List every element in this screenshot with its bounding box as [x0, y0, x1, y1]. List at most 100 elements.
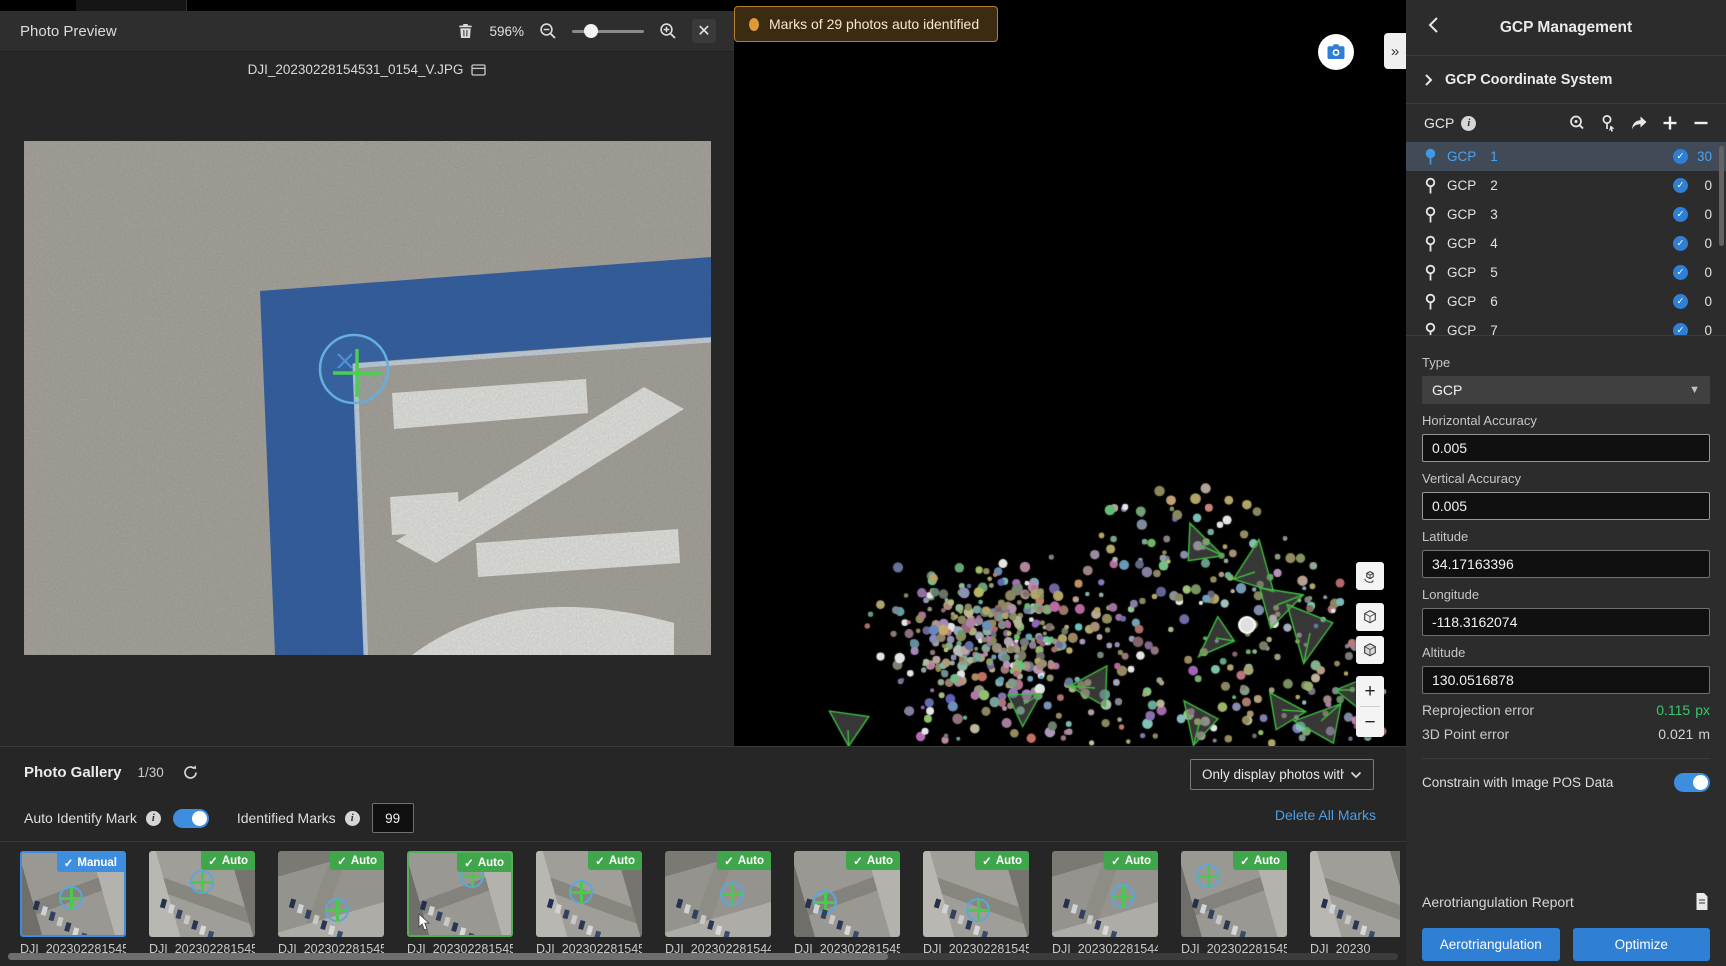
delete-all-marks-link[interactable]: Delete All Marks [1275, 807, 1376, 823]
coordinate-system-label: GCP Coordinate System [1445, 71, 1613, 88]
photo-filter-dropdown[interactable]: Only display photos with C [1190, 759, 1374, 790]
delete-mark-button[interactable] [454, 20, 476, 42]
auto-identify-toggle[interactable] [172, 808, 209, 828]
gallery-scrollbar-thumb[interactable] [8, 953, 888, 960]
thumbnail-image: ✓ Auto [536, 851, 642, 937]
file-icon[interactable] [471, 63, 486, 77]
coordinate-fields: Horizontal Accuracy Vertical Accuracy La… [1422, 413, 1710, 694]
cube-solid-button[interactable] [1356, 636, 1384, 664]
view-zoom-controls: + − [1356, 676, 1384, 737]
photo-thumbnail[interactable]: ✓Auto DJI_202302281545... [794, 851, 900, 956]
type-select[interactable]: GCP ▼ [1422, 376, 1710, 404]
orbit-cube-icon [1364, 571, 1374, 583]
add-gcp-button[interactable] [1659, 112, 1681, 134]
point-error-value: 0.021 [1658, 726, 1694, 742]
photo-thumbnail[interactable]: ✓Auto DJI_202302281545... [1181, 851, 1287, 956]
constrain-row: Constrain with Image POS Data [1422, 758, 1710, 792]
thumbnail-badge: ✓ Auto [846, 851, 900, 870]
gcp-mark-count: 30 [1696, 149, 1712, 164]
constrain-toggle[interactable] [1674, 773, 1710, 792]
photo-thumbnail[interactable]: ✓Auto DJI_202302281545... [278, 851, 384, 956]
gcp-list-item[interactable]: GCP 6 ✓ 0 [1406, 287, 1726, 316]
point-cloud-canvas[interactable] [734, 0, 1406, 746]
export-gcp-button[interactable] [1628, 112, 1650, 134]
cube-wireframe-button[interactable] [1356, 603, 1384, 631]
field-input[interactable] [1422, 608, 1710, 636]
check-icon: ✓ [63, 857, 74, 870]
field-input[interactable] [1422, 434, 1710, 462]
orbit-view-button[interactable] [1356, 562, 1384, 590]
trash-icon [459, 24, 472, 38]
optimize-button[interactable]: Optimize [1572, 928, 1710, 961]
photo-filename: DJI_20230228154531_0154_V.JPG [247, 62, 464, 77]
zoom-slider-track [572, 30, 644, 33]
gallery-header: Photo Gallery 1/30 [24, 761, 202, 783]
back-button[interactable] [1422, 14, 1444, 36]
view-zoom-in-button[interactable]: + [1356, 676, 1384, 706]
check-badge-icon: ✓ [1673, 294, 1688, 309]
gcp-coordinate-system-row[interactable]: GCP Coordinate System [1406, 56, 1726, 104]
gcp-mark-count: 0 [1704, 178, 1712, 193]
photo-thumbnail[interactable]: ✓Auto DJI_202302281545... [536, 851, 642, 956]
gcp-detail-form: Type GCP ▼ Horizontal Accuracy Vertical … [1406, 336, 1726, 792]
photo-canvas[interactable] [24, 141, 711, 655]
locate-gcp-button[interactable] [1566, 112, 1588, 134]
pin-gcp-button[interactable] [1597, 112, 1619, 134]
gcp-list-item[interactable]: GCP 4 ✓ 0 [1406, 229, 1726, 258]
refresh-button[interactable] [180, 761, 202, 783]
camera-view-button[interactable] [1318, 34, 1354, 70]
zoom-slider[interactable] [572, 24, 644, 38]
collapse-panel-button[interactable]: » [1384, 33, 1406, 69]
check-badge-icon: ✓ [1673, 323, 1688, 335]
zoom-in-button[interactable] [657, 20, 679, 42]
constrain-label: Constrain with Image POS Data [1422, 775, 1614, 790]
gcp-section-header: GCP i [1406, 104, 1726, 142]
report-document-icon[interactable] [1694, 892, 1710, 911]
gallery-controls: Auto Identify Mark i Identified Marks i [24, 803, 414, 833]
photo-thumbnail[interactable]: ✓Auto DJI_202302281545... [407, 851, 513, 956]
gcp-mark-count: 0 [1704, 236, 1712, 251]
gcp-mark-count: 0 [1704, 265, 1712, 280]
report-row: Aerotriangulation Report [1422, 892, 1710, 911]
zoom-out-button[interactable] [537, 20, 559, 42]
gallery-scrollbar[interactable] [8, 953, 1398, 960]
gcp-actions [1566, 112, 1712, 134]
gcp-list-item[interactable]: GCP 2 ✓ 0 [1406, 171, 1726, 200]
gcp-info-icon[interactable]: i [1461, 115, 1477, 131]
point-cloud-viewport[interactable]: » + − [734, 0, 1406, 746]
aerotriangulation-button[interactable]: Aerotriangulation [1422, 928, 1560, 961]
photo-thumbnail[interactable]: ✓Auto DJI_202302281544... [1052, 851, 1158, 956]
thumbnail-gcp-marker [1108, 881, 1138, 911]
photo-thumbnail[interactable]: ✓Auto DJI_202302281544... [665, 851, 771, 956]
field-input[interactable] [1422, 666, 1710, 694]
thumbnail-image: ✓ Auto [149, 851, 255, 937]
field-input[interactable] [1422, 492, 1710, 520]
gcp-list-item[interactable]: GCP 3 ✓ 0 [1406, 200, 1726, 229]
check-icon: ✓ [853, 855, 863, 868]
photo-preview-header: Photo Preview 596% ✕ [0, 11, 734, 52]
gcp-list-item[interactable]: GCP 1 ✓ 30 [1406, 142, 1726, 171]
thumbnail-gcp-marker [322, 895, 352, 925]
gcp-list-scrollbar[interactable] [1719, 146, 1724, 246]
minus-icon [1694, 121, 1708, 125]
remove-gcp-button[interactable] [1690, 112, 1712, 134]
check-badge-icon: ✓ [1673, 178, 1688, 193]
pin-locate-icon [1602, 115, 1615, 132]
gcp-list-item[interactable]: GCP 7 ✓ 0 [1406, 316, 1726, 336]
auto-identify-info-icon[interactable]: i [145, 810, 161, 826]
refresh-icon [184, 764, 198, 779]
identified-marks-info-icon[interactable]: i [344, 810, 360, 826]
field-input[interactable] [1422, 550, 1710, 578]
view-zoom-out-button[interactable]: − [1356, 707, 1384, 737]
close-photo-preview-button[interactable]: ✕ [692, 19, 716, 43]
photo-thumbnail[interactable]: ✓Auto DJI_202302281545... [923, 851, 1029, 956]
photo-thumbnail[interactable]: DJI_20230 [1310, 851, 1400, 956]
zoom-slider-knob[interactable] [584, 24, 598, 38]
photo-thumbnail[interactable]: ✓Manual DJI_202302281545... [20, 851, 126, 956]
photo-thumbnail[interactable]: ✓Auto DJI_202302281545... [149, 851, 255, 956]
gcp-list-item[interactable]: GCP 5 ✓ 0 [1406, 258, 1726, 287]
gcp-mark-count: 0 [1704, 323, 1712, 336]
check-icon: ✓ [1111, 855, 1121, 868]
identified-marks-input[interactable] [371, 803, 414, 833]
reprojection-error-row: Reprojection error 0.115 px [1422, 702, 1710, 718]
